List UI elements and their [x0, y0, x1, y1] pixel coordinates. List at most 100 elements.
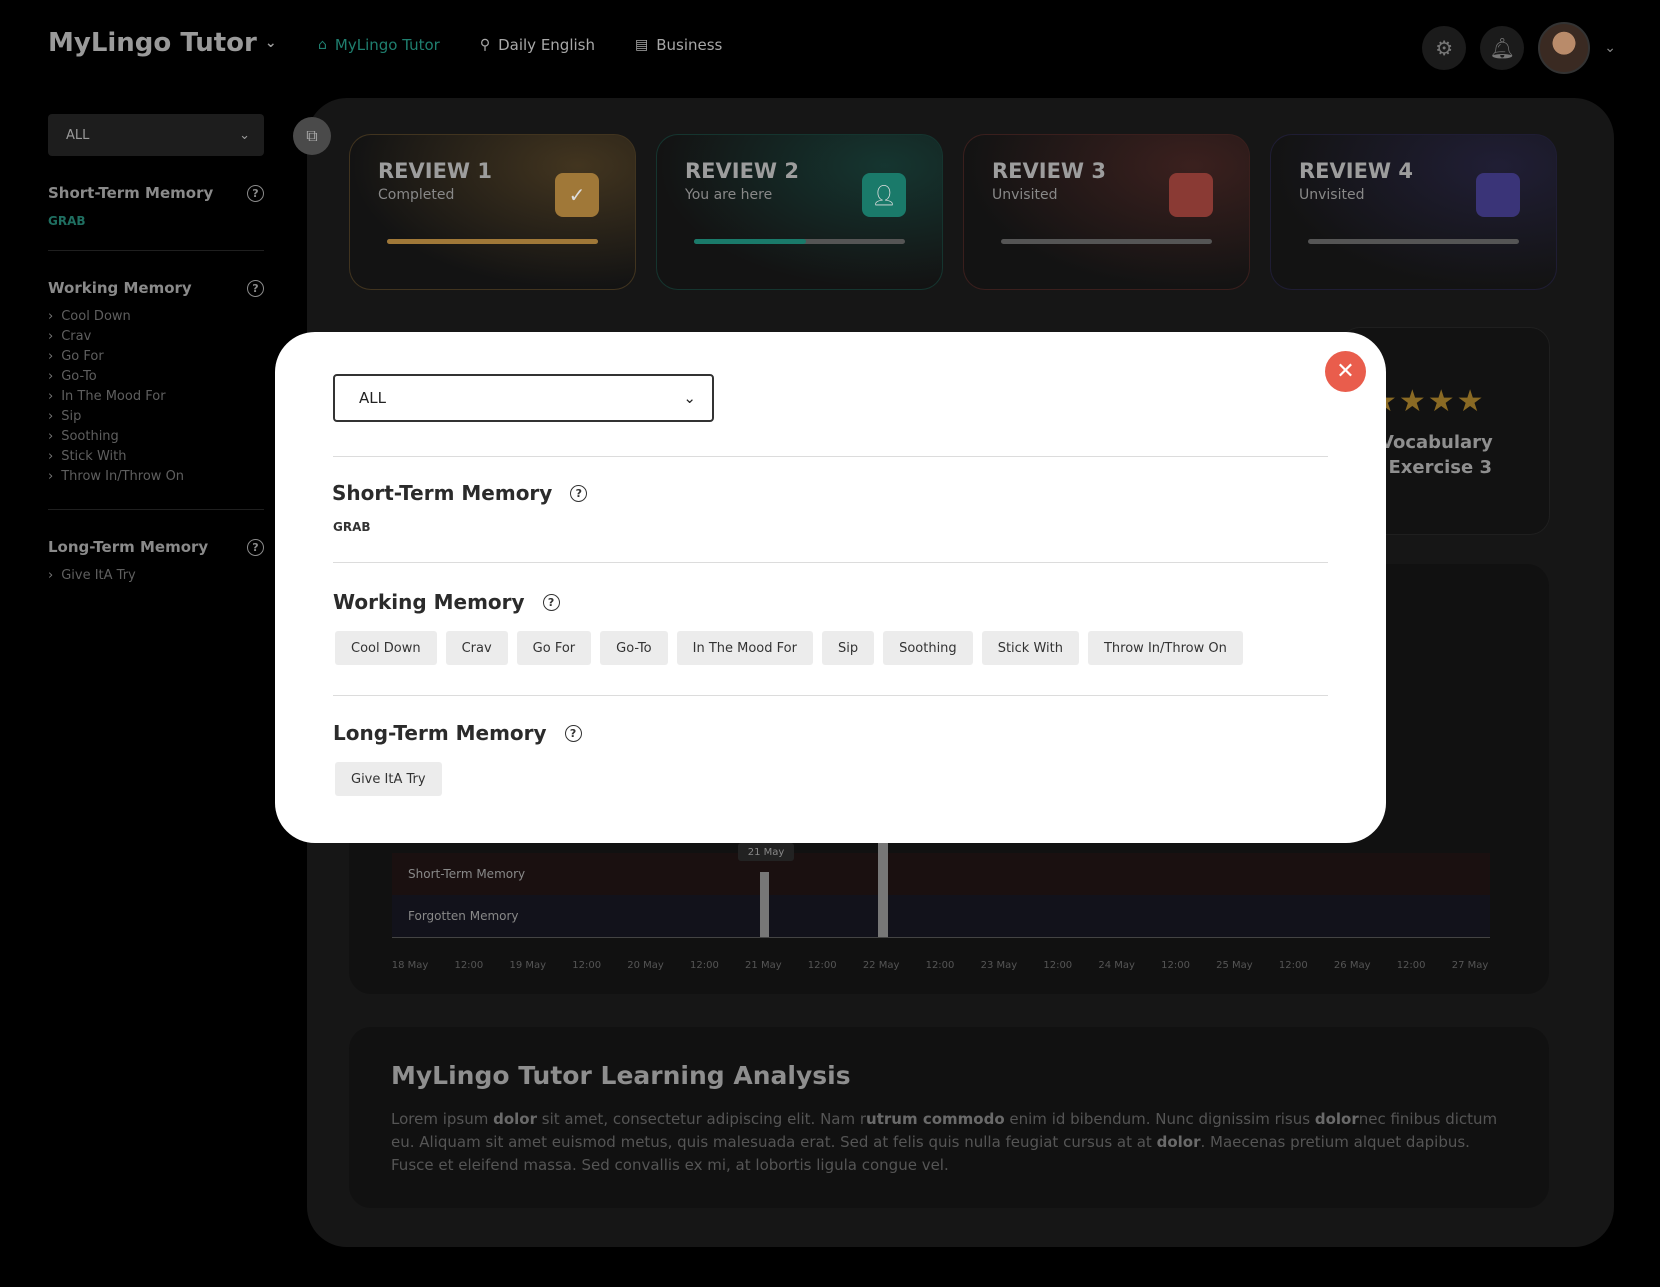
word-chip[interactable]: Cool Down — [335, 631, 437, 665]
avatar[interactable] — [1538, 22, 1591, 74]
review-badge — [1169, 173, 1213, 217]
sidebar-word-item[interactable]: Sip — [48, 407, 264, 427]
review-progress — [1001, 239, 1212, 244]
short-term-tag[interactable]: GRAB — [333, 520, 371, 534]
sidebar-word-item[interactable]: Give ItA Try — [48, 566, 264, 586]
review-progress — [1308, 239, 1519, 244]
short-term-tag[interactable]: GRAB — [48, 214, 264, 228]
close-icon: ✕ — [1336, 359, 1355, 384]
word-chip[interactable]: Throw In/Throw On — [1087, 631, 1243, 665]
sidebar-word-item[interactable]: Cool Down — [48, 307, 264, 327]
word-chip[interactable]: Stick With — [981, 631, 1079, 665]
chart-marker-bar — [760, 872, 769, 937]
x-tick-label: 23 May — [980, 960, 1018, 971]
brand-title: MyLingo Tutor — [48, 28, 257, 58]
x-tick-label: 22 May — [862, 960, 900, 971]
main-nav: ⌂ MyLingo Tutor ⚲ Daily English ▤ Busine… — [318, 36, 722, 54]
sidebar-word-item[interactable]: Stick With — [48, 447, 264, 467]
help-icon[interactable]: ? — [247, 538, 264, 556]
x-tick-label: 18 May — [391, 960, 429, 971]
top-bar: MyLingo Tutor ⌄ ⌂ MyLingo Tutor ⚲ Daily … — [0, 0, 1660, 96]
sidebar-filter-select[interactable]: ALL ⌄ — [48, 114, 264, 156]
long-term-memory-chips: Give ItA Try — [335, 762, 442, 796]
divider — [333, 695, 1328, 696]
review-badge — [1476, 173, 1520, 217]
gear-icon: ⚙ — [1435, 36, 1454, 60]
chart-marker-label: 21 May — [738, 843, 794, 861]
sidebar: ALL ⌄ Short-Term Memory? GRAB Working Me… — [48, 114, 264, 608]
nav-business[interactable]: ▤ Business — [635, 36, 722, 54]
review-card-3[interactable]: REVIEW 3 Unvisited — [963, 134, 1250, 290]
word-chip[interactable]: In The Mood For — [676, 631, 813, 665]
word-chip[interactable]: Go-To — [600, 631, 668, 665]
x-tick-label: 20 May — [627, 960, 664, 971]
sidebar-word-item[interactable]: Go-To — [48, 367, 264, 387]
section-title: Short-Term Memory — [48, 184, 214, 202]
nav-label: MyLingo Tutor — [334, 36, 440, 54]
exercise-card-title: Vocabulary Exercise 3 — [1380, 430, 1493, 480]
section-title: Working Memory — [333, 590, 525, 614]
x-tick-label: 12:00 — [1043, 960, 1073, 971]
x-tick-label: 27 May — [1451, 960, 1489, 971]
long-term-memory-list: Give ItA Try — [48, 566, 264, 586]
open-external-button[interactable]: ⧉ — [293, 117, 331, 155]
working-memory-chips: Cool Down Crav Go For Go-To In The Mood For S… — [335, 631, 1243, 665]
close-button[interactable]: ✕ — [1325, 351, 1366, 392]
chevron-down-icon: ⌄ — [239, 127, 250, 143]
x-tick-label: 25 May — [1216, 960, 1253, 971]
word-chip[interactable]: Sip — [821, 631, 875, 665]
help-icon[interactable]: ? — [247, 184, 264, 202]
word-chip[interactable]: Go For — [516, 631, 592, 665]
word-chip[interactable]: Soothing — [883, 631, 973, 665]
review-progress — [694, 239, 905, 244]
chart-x-axis — [392, 937, 1490, 938]
x-tick-label: 12:00 — [925, 960, 955, 971]
review-card-4[interactable]: REVIEW 4 Unvisited — [1270, 134, 1557, 290]
brand-menu[interactable]: MyLingo Tutor ⌄ — [48, 28, 277, 58]
nav-label: Daily English — [498, 36, 595, 54]
help-icon[interactable]: ? — [247, 279, 264, 297]
modal-filter-select[interactable]: ALL ⌄ — [333, 374, 714, 422]
help-icon[interactable]: ? — [564, 724, 582, 742]
sidebar-word-item[interactable]: Soothing — [48, 427, 264, 447]
x-tick-label: 12:00 — [1278, 960, 1308, 971]
location-pin-icon: ⚲ — [479, 37, 491, 53]
help-icon[interactable]: ? — [542, 593, 560, 611]
sidebar-working: Working Memory? Cool DownCravGo ForGo-To… — [48, 279, 264, 510]
sidebar-word-item[interactable]: In The Mood For — [48, 387, 264, 407]
analysis-title: MyLingo Tutor Learning Analysis — [391, 1061, 851, 1090]
x-tick-label: 12:00 — [690, 960, 719, 971]
sidebar-long-term: Long-Term Memory? Give ItA Try — [48, 538, 264, 608]
sidebar-short-term: Short-Term Memory? GRAB — [48, 184, 264, 251]
divider — [333, 562, 1328, 563]
notifications-button[interactable]: 🔔︎ — [1480, 26, 1525, 70]
rating-stars: ★★★★ — [1370, 384, 1486, 419]
review-card-1[interactable]: REVIEW 1 Completed ✓ — [349, 134, 636, 290]
x-tick-label: 19 May — [509, 960, 547, 971]
settings-button[interactable]: ⚙ — [1422, 26, 1467, 70]
review-card-2[interactable]: REVIEW 2 You are here 👤︎ — [656, 134, 943, 290]
band-short-term: Short-Term Memory — [392, 853, 1490, 895]
sidebar-word-item[interactable]: Crav — [48, 327, 264, 347]
word-chip[interactable]: Give ItA Try — [335, 762, 442, 796]
x-tick-label: 12:00 — [1396, 960, 1426, 971]
review-progress — [387, 239, 598, 244]
select-value: ALL — [66, 127, 90, 143]
sidebar-word-item[interactable]: Throw In/Throw On — [48, 467, 264, 487]
chevron-down-icon[interactable]: ⌄ — [1604, 40, 1616, 56]
x-tick-label: 21 May — [745, 960, 782, 971]
x-tick-label: 26 May — [1333, 960, 1371, 971]
nav-daily-english[interactable]: ⚲ Daily English — [480, 36, 595, 54]
review-progress-fill — [694, 239, 806, 244]
help-icon[interactable]: ? — [570, 484, 588, 502]
exercise-line-1: Vocabulary — [1380, 432, 1493, 453]
modal-working-heading: Working Memory ? — [333, 590, 560, 614]
sidebar-word-item[interactable]: Go For — [48, 347, 264, 367]
home-icon: ⌂ — [318, 37, 327, 53]
nav-label: Business — [656, 36, 723, 54]
modal-long-term-heading: Long-Term Memory ? — [333, 721, 582, 745]
x-tick-label: 12:00 — [1161, 960, 1190, 971]
nav-mylingo-tutor[interactable]: ⌂ MyLingo Tutor — [318, 36, 440, 54]
section-title: Long-Term Memory — [333, 721, 547, 745]
word-chip[interactable]: Crav — [445, 631, 508, 665]
